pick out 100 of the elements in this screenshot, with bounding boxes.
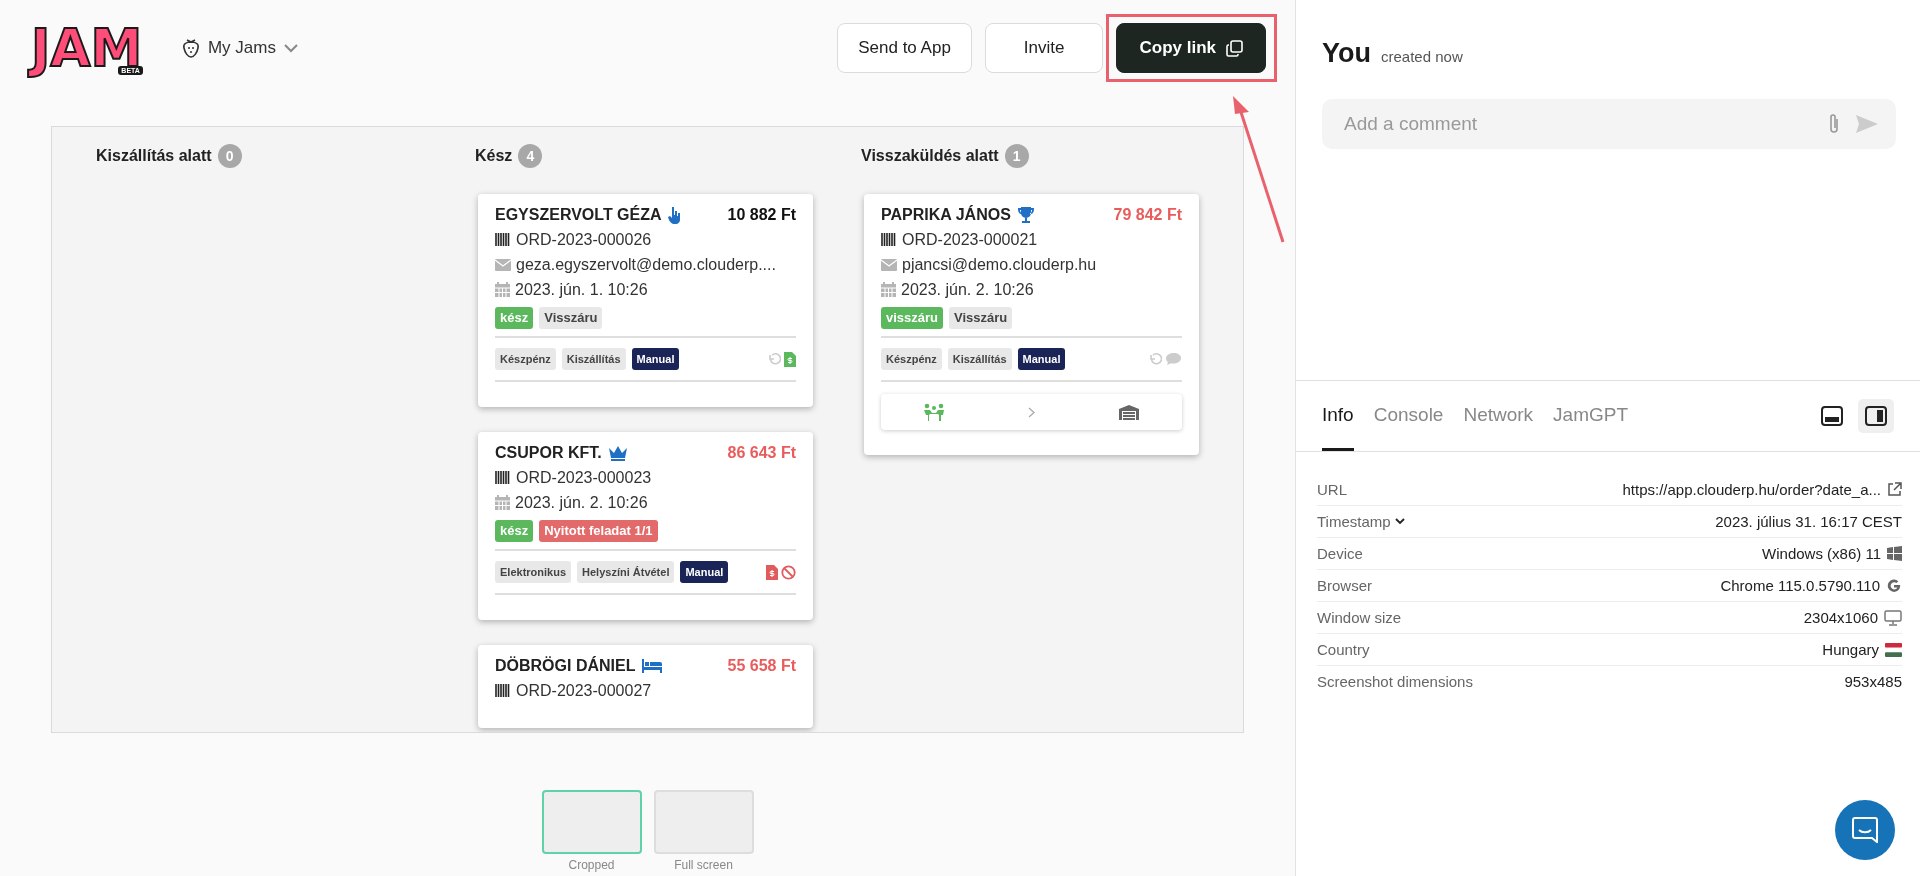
count-badge: 1 [1004, 144, 1029, 168]
chevron-right-icon [1028, 406, 1035, 418]
hand-icon [667, 205, 682, 224]
barcode-icon [495, 683, 511, 698]
created-time: created now [1381, 48, 1463, 65]
author-name: You [1322, 38, 1371, 69]
layout-toggle[interactable] [1858, 399, 1894, 433]
ban-icon[interactable] [781, 564, 796, 580]
thumbnail-label: Cropped [568, 858, 615, 872]
panel-tab[interactable]: JamGPT [1553, 381, 1629, 451]
workspace-selector[interactable]: My Jams [181, 38, 298, 58]
strawberry-icon [181, 38, 200, 58]
envelope-icon [881, 258, 897, 271]
customer-name: EGYSZERVOLT GÉZA [495, 205, 662, 224]
order-amount: 86 643 Ft [727, 443, 796, 462]
order-date: 2023. jún. 2. 10:26 [901, 280, 1034, 299]
status-tag: Visszáru [539, 307, 603, 329]
comment-box[interactable]: Add a comment [1322, 99, 1896, 149]
external-link-icon[interactable] [1887, 482, 1902, 497]
copy-icon [1226, 39, 1243, 57]
email-address: pjancsi@demo.clouderp.hu [902, 255, 1097, 274]
chevron-down-icon [1394, 518, 1405, 525]
info-value: Hungary [1822, 641, 1879, 658]
barcode-icon [495, 470, 511, 485]
count-badge: 4 [518, 144, 543, 168]
info-value: 953x485 [1844, 673, 1902, 690]
calendar-icon [495, 282, 510, 297]
order-card[interactable]: CSUPOR KFT. 86 643 Ft ORD-2023-000023 2023. jún. 2. 10:26 kész Nyitott feladat 1/1 Elektronikus Helyszíni Átvétel Manual [478, 432, 813, 620]
status-tag: kész [495, 307, 534, 329]
panel-side-icon [1865, 406, 1887, 426]
customer-name: CSUPOR KFT. [495, 443, 602, 462]
info-tag: Készpénz [881, 348, 942, 370]
info-tag: Helyszíni Átvétel [577, 561, 675, 583]
panel-tab[interactable]: Info [1322, 381, 1354, 451]
order-amount: 10 882 Ft [727, 205, 796, 224]
monitor-icon [1884, 609, 1902, 626]
order-number: ORD-2023-000026 [516, 230, 652, 249]
status-tag: visszáru [881, 307, 944, 329]
crown-icon [607, 444, 628, 461]
customer-name: DÖBRÖGI DÁNIEL [495, 656, 636, 675]
invoice-icon[interactable] [784, 351, 796, 367]
order-number: ORD-2023-000027 [516, 681, 652, 700]
order-number: ORD-2023-000023 [516, 468, 652, 487]
paperclip-icon[interactable] [1828, 113, 1840, 135]
order-amount: 79 842 Ft [1113, 205, 1182, 224]
info-value: 2304x1060 [1803, 609, 1878, 626]
calendar-icon [495, 495, 510, 510]
toolbar-button[interactable]: Send to App [837, 23, 972, 73]
invoice-icon[interactable] [766, 564, 778, 580]
thumbnail-option[interactable]: Full screen [653, 790, 754, 872]
order-date: 2023. jún. 1. 10:26 [515, 280, 648, 299]
envelope-icon [495, 258, 511, 271]
info-tag: Manual [680, 561, 729, 583]
count-badge: 0 [217, 144, 242, 168]
toolbar-button[interactable]: Invite [984, 23, 1104, 73]
info-value: Chrome 115.0.5790.110 [1720, 577, 1880, 594]
chat-icon [1852, 817, 1878, 843]
info-tag: Készpénz [495, 348, 556, 370]
dropdown-label[interactable]: Timestamp [1317, 513, 1405, 530]
status-tag: Nyitott feladat 1/1 [539, 520, 658, 542]
column-title: Visszaküldés alatt [861, 147, 999, 165]
barcode-icon [881, 232, 897, 247]
info-tag: Manual [631, 348, 680, 370]
info-label: Country [1317, 641, 1370, 658]
info-label: URL [1317, 481, 1347, 498]
calendar-icon [881, 282, 896, 297]
order-card[interactable]: DÖBRÖGI DÁNIEL 55 658 Ft ORD-2023-000027 [478, 645, 813, 728]
order-date: 2023. jún. 2. 10:26 [515, 493, 648, 512]
column-title: Kész [475, 147, 513, 165]
info-label: Browser [1317, 577, 1372, 594]
order-amount: 55 658 Ft [727, 656, 796, 675]
info-tag: Manual [1017, 348, 1066, 370]
thumbnail-option[interactable]: Cropped [541, 790, 642, 872]
order-number: ORD-2023-000021 [902, 230, 1038, 249]
windows-icon [1887, 546, 1902, 561]
order-card[interactable]: EGYSZERVOLT GÉZA 10 882 Ft ORD-2023-000026 geza.egyszervolt@demo.clouderp.... 2023. jún. 1. 10:26 kész Visszáru Készpénz Kiszállítás Manual [478, 194, 813, 407]
customer-name: PAPRIKA JÁNOS [881, 205, 1011, 224]
thumbnail-label: Full screen [674, 858, 733, 872]
toolbar-button[interactable]: Copy link [1116, 23, 1266, 73]
info-tag: Kiszállítás [947, 348, 1012, 370]
info-value: https://app.clouderp.hu/order?date_a... [1622, 481, 1881, 498]
info-tag: Kiszállítás [561, 348, 626, 370]
browser-logo-icon [1886, 577, 1902, 594]
bed-icon [641, 657, 664, 674]
info-label: Screenshot dimensions [1317, 673, 1473, 690]
flag-icon [1885, 642, 1902, 657]
column-title: Kiszállítás alatt [96, 147, 212, 165]
status-tag: kész [495, 520, 534, 542]
panel-tab[interactable]: Console [1373, 381, 1444, 451]
info-value: Windows (x86) 11 [1762, 545, 1881, 562]
panel-tab[interactable]: Network [1463, 381, 1534, 451]
comment-field[interactable]: Add a comment [1342, 112, 1812, 136]
status-tag: Visszáru [949, 307, 1013, 329]
info-tag: Elektronikus [495, 561, 572, 583]
panel-bottom-icon [1821, 406, 1843, 426]
chevron-down-icon [283, 43, 298, 53]
info-label: Window size [1317, 609, 1402, 626]
barcode-icon [495, 232, 511, 247]
trophy-icon [1016, 205, 1035, 224]
email-address: geza.egyszervolt@demo.clouderp.... [516, 255, 776, 274]
